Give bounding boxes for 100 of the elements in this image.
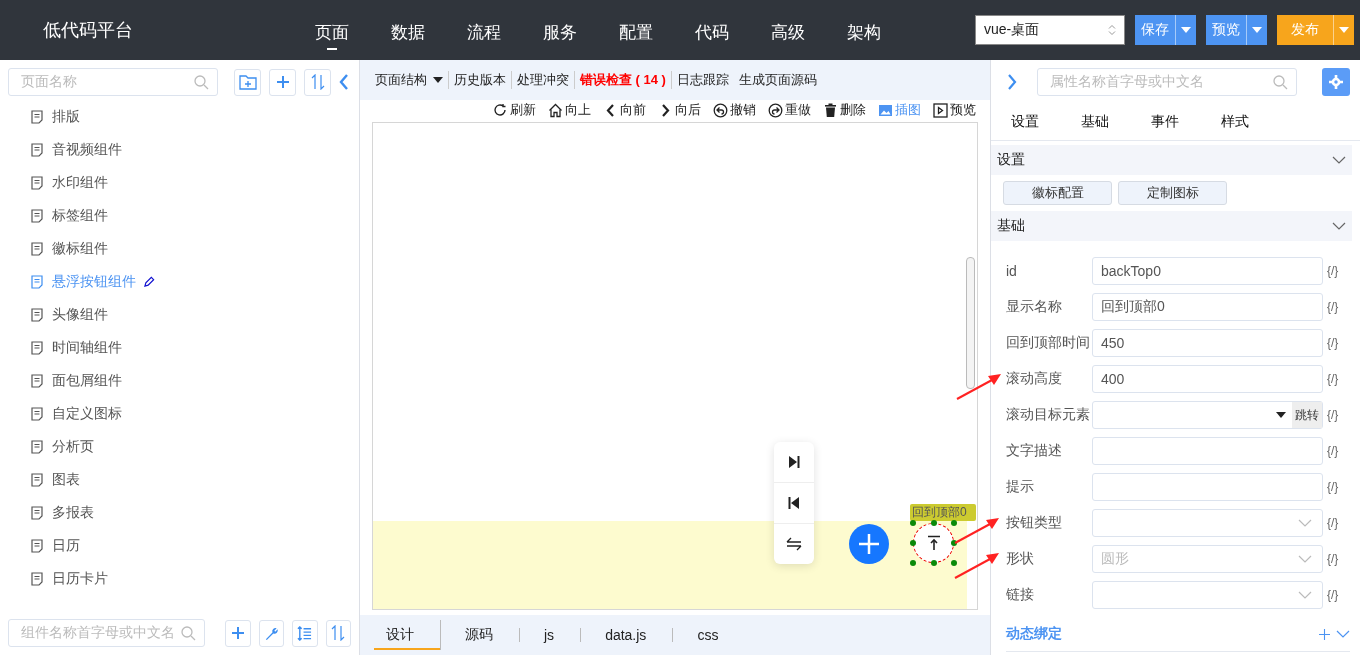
line-spacing-button[interactable]	[292, 619, 318, 647]
canvas-action-button[interactable]: 刷新	[493, 101, 536, 119]
resize-handle[interactable]	[931, 520, 937, 526]
page-list-item[interactable]: 标签组件	[0, 199, 359, 232]
text-input[interactable]: 回到顶部0	[1092, 293, 1323, 321]
collapse-chevron-icon[interactable]	[339, 74, 349, 90]
editor-toolbar-item[interactable]: 处理冲突	[512, 71, 575, 89]
sort-components-button[interactable]	[325, 619, 351, 647]
canvas-action-button[interactable]: 向前	[603, 101, 646, 119]
page-list-item[interactable]: 面包屑组件	[0, 364, 359, 397]
document-icon	[30, 109, 44, 124]
nav-tab[interactable]: 数据	[391, 0, 467, 60]
add-component-button[interactable]	[225, 619, 251, 647]
property-tab[interactable]: 样式	[1221, 104, 1291, 140]
page-list-item[interactable]: 音视频组件	[0, 133, 359, 166]
resize-handle[interactable]	[910, 560, 916, 566]
text-input[interactable]: backTop0	[1092, 257, 1323, 285]
add-button[interactable]	[269, 68, 296, 96]
config-button[interactable]: 定制图标	[1118, 181, 1227, 205]
binding-toggle[interactable]: {/}	[1327, 264, 1339, 278]
text-input[interactable]: 400	[1092, 365, 1323, 393]
text-input[interactable]	[1092, 473, 1323, 501]
binding-toggle[interactable]: {/}	[1327, 336, 1339, 350]
nav-tab[interactable]: 架构	[847, 0, 923, 60]
binding-toggle[interactable]: {/}	[1327, 444, 1339, 458]
wrench-button[interactable]	[258, 619, 285, 647]
page-list-item[interactable]: 时间轴组件	[0, 331, 359, 364]
page-list-item[interactable]: 多报表	[0, 496, 359, 529]
nav-tab[interactable]: 代码	[695, 0, 771, 60]
resize-handle[interactable]	[951, 540, 957, 546]
add-folder-button[interactable]	[234, 68, 261, 96]
canvas-action-button[interactable]: 向后	[658, 101, 701, 119]
search-icon	[180, 625, 197, 641]
resize-handle[interactable]	[910, 520, 916, 526]
sort-button[interactable]	[304, 68, 331, 96]
nav-tab[interactable]: 流程	[467, 0, 543, 60]
page-list-item[interactable]: 徽标组件	[0, 232, 359, 265]
binding-toggle[interactable]: {/}	[1327, 408, 1339, 422]
binding-toggle[interactable]: {/}	[1327, 372, 1339, 386]
page-list-item[interactable]: 分析页	[0, 430, 359, 463]
jump-button[interactable]: 跳转	[1292, 402, 1322, 428]
editor-mode-tab[interactable]: 源码	[453, 628, 520, 642]
binding-toggle[interactable]: {/}	[1327, 588, 1339, 602]
page-list-item[interactable]: 水印组件	[0, 166, 359, 199]
target-select[interactable]: 跳转	[1092, 401, 1323, 429]
canvas-action-button[interactable]: 重做	[768, 101, 811, 119]
editor-mode-tab[interactable]: js	[532, 628, 582, 642]
select-field[interactable]	[1092, 581, 1323, 609]
page-list-item[interactable]: 图表	[0, 463, 359, 496]
nav-tab[interactable]: 配置	[619, 0, 695, 60]
page-list-item[interactable]: 日历卡片	[0, 562, 359, 595]
canvas-action-button[interactable]: 删除	[823, 101, 866, 119]
canvas-action-button[interactable]: 撤销	[713, 101, 756, 119]
property-tab[interactable]: 事件	[1151, 104, 1221, 140]
settings-button[interactable]	[1322, 68, 1350, 96]
page-list-item[interactable]: 头像组件	[0, 298, 359, 331]
binding-toggle[interactable]: {/}	[1327, 300, 1339, 314]
nav-tab[interactable]: 服务	[543, 0, 619, 60]
image-icon	[878, 102, 893, 118]
editor-mode-tab[interactable]: css	[685, 615, 745, 655]
chevron-down-icon	[1298, 555, 1312, 563]
editor-toolbar-item[interactable]: 页面结构	[370, 71, 449, 89]
editor-toolbar-item[interactable]: 日志跟踪	[671, 71, 734, 89]
binding-toggle[interactable]: {/}	[1327, 516, 1339, 530]
text-input[interactable]	[1092, 437, 1323, 465]
page-list-item[interactable]: 自定义图标	[0, 397, 359, 430]
scrollbar-thumb[interactable]	[966, 257, 975, 389]
section-header[interactable]: 设置	[991, 145, 1352, 175]
edit-pencil-icon[interactable]	[144, 276, 155, 287]
canvas-action-button[interactable]: 向上	[548, 101, 591, 119]
document-icon	[30, 538, 44, 553]
editor-toolbar-item[interactable]: 错误检查 ( 14 )	[575, 71, 672, 89]
editor-toolbar-item[interactable]: 生成页面源码	[733, 71, 822, 89]
page-list-item[interactable]: 排版	[0, 100, 359, 133]
section-header[interactable]: 基础	[991, 211, 1352, 241]
resize-handle[interactable]	[951, 560, 957, 566]
document-icon	[30, 142, 44, 157]
editor-mode-tab[interactable]: 设计	[374, 620, 441, 650]
editor-toolbar-item[interactable]: 历史版本	[449, 71, 512, 89]
document-icon	[30, 373, 44, 388]
canvas-action-button[interactable]: 预览	[933, 101, 976, 119]
search-icon	[1272, 74, 1288, 90]
binding-toggle[interactable]: {/}	[1327, 480, 1339, 494]
up-down-caret-icon	[1108, 25, 1116, 35]
nav-tab[interactable]: 页面	[315, 0, 391, 60]
editor-mode-tab[interactable]: data.js	[593, 628, 674, 642]
page-list-item[interactable]: 日历	[0, 529, 359, 562]
select-field[interactable]	[1092, 509, 1323, 537]
nav-tab[interactable]: 高级	[771, 0, 847, 60]
text-input[interactable]: 450	[1092, 329, 1323, 357]
binding-toggle[interactable]: {/}	[1327, 552, 1339, 566]
folder-plus-icon	[238, 74, 257, 90]
expand-chevron-icon[interactable]	[1007, 74, 1017, 90]
property-tab[interactable]: 设置	[1011, 104, 1081, 140]
resize-handle[interactable]	[910, 540, 916, 546]
config-button[interactable]: 徽标配置	[1003, 181, 1112, 205]
resize-handle[interactable]	[951, 520, 957, 526]
resize-handle[interactable]	[931, 560, 937, 566]
environment-select[interactable]: vue-桌面	[975, 15, 1125, 45]
property-tab[interactable]: 基础	[1081, 104, 1151, 140]
